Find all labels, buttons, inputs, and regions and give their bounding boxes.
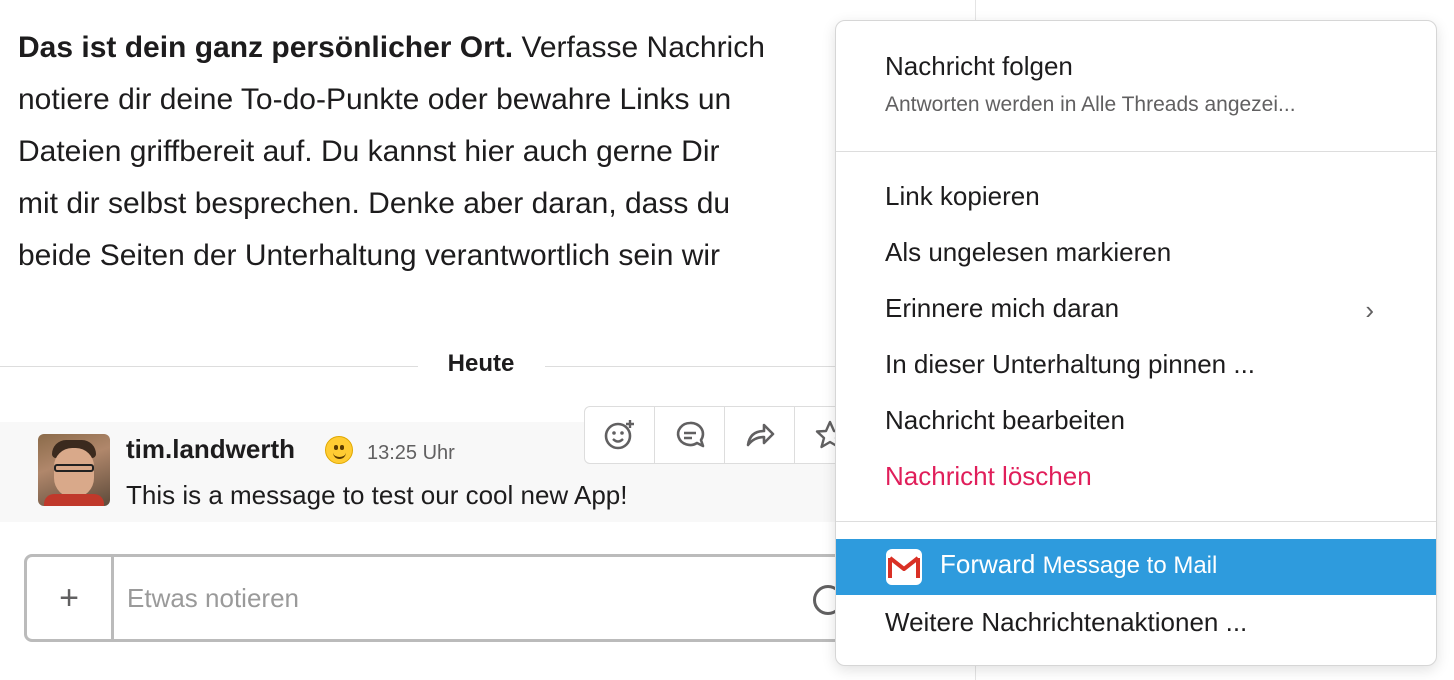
share-icon[interactable] bbox=[725, 407, 795, 463]
menu-item-copy-link[interactable]: Link kopieren bbox=[836, 181, 1436, 221]
message-context-menu: Nachricht folgen Antworten werden in All… bbox=[835, 20, 1437, 666]
day-divider-left bbox=[0, 366, 418, 367]
follow-label: Nachricht folgen bbox=[885, 51, 1073, 81]
intro-bold: Das ist dein ganz persönlicher Ort. bbox=[18, 31, 514, 64]
intro-line1: Verfasse Nachrich bbox=[513, 31, 765, 64]
forward-main: Forward bbox=[940, 549, 1036, 579]
menu-separator bbox=[836, 521, 1436, 522]
day-divider-right bbox=[545, 366, 845, 367]
menu-item-more-actions[interactable]: Weitere Nachrichtenaktionen ... bbox=[836, 607, 1436, 647]
menu-separator bbox=[836, 151, 1436, 152]
forward-label: Forward Message to Mail bbox=[940, 549, 1217, 580]
message-actions-toolbar bbox=[584, 406, 866, 464]
menu-item-pin[interactable]: In dieser Unterhaltung pinnen ... bbox=[836, 349, 1436, 389]
follow-subtitle: Antworten werden in Alle Threads angezei… bbox=[885, 93, 1296, 116]
message-username[interactable]: tim.landwerth bbox=[126, 434, 295, 465]
day-divider-label: Heute bbox=[447, 350, 515, 377]
message-composer[interactable]: + Etwas notieren bbox=[24, 554, 884, 642]
gmail-icon bbox=[886, 549, 922, 585]
menu-item-edit[interactable]: Nachricht bearbeiten bbox=[836, 405, 1436, 445]
message-text: This is a message to test our cool new A… bbox=[126, 480, 628, 510]
channel-intro: Das ist dein ganz persönlicher Ort. Verf… bbox=[18, 22, 848, 282]
menu-item-forward-to-mail[interactable]: Forward Message to Mail bbox=[836, 539, 1436, 595]
menu-item-follow[interactable]: Nachricht folgen Antworten werden in All… bbox=[836, 21, 1436, 151]
message-timestamp[interactable]: 13:25 Uhr bbox=[367, 442, 455, 465]
menu-item-mark-unread[interactable]: Als ungelesen markieren bbox=[836, 237, 1436, 277]
add-attachment-button[interactable]: + bbox=[27, 557, 114, 639]
forward-rest: Message to Mail bbox=[1042, 552, 1218, 579]
chevron-right-icon: › bbox=[1365, 295, 1374, 325]
reply-thread-icon[interactable] bbox=[655, 407, 725, 463]
intro-line4: mit dir selbst besprechen. Denke aber da… bbox=[18, 187, 731, 220]
composer-input[interactable]: Etwas notieren bbox=[127, 583, 299, 614]
remind-me-label: Erinnere mich daran bbox=[885, 293, 1120, 323]
menu-item-remind-me[interactable]: Erinnere mich daran › bbox=[836, 293, 1436, 333]
intro-line3: Dateien griffbereit auf. Du kannst hier … bbox=[18, 135, 720, 168]
status-emoji-icon bbox=[325, 436, 353, 464]
avatar[interactable] bbox=[38, 434, 110, 506]
intro-line2: notiere dir deine To-do-Punkte oder bewa… bbox=[18, 83, 732, 116]
menu-item-delete[interactable]: Nachricht löschen bbox=[836, 461, 1436, 501]
emoji-reaction-icon[interactable] bbox=[585, 407, 655, 463]
intro-line5: beide Seiten der Unterhaltung verantwort… bbox=[18, 239, 721, 272]
